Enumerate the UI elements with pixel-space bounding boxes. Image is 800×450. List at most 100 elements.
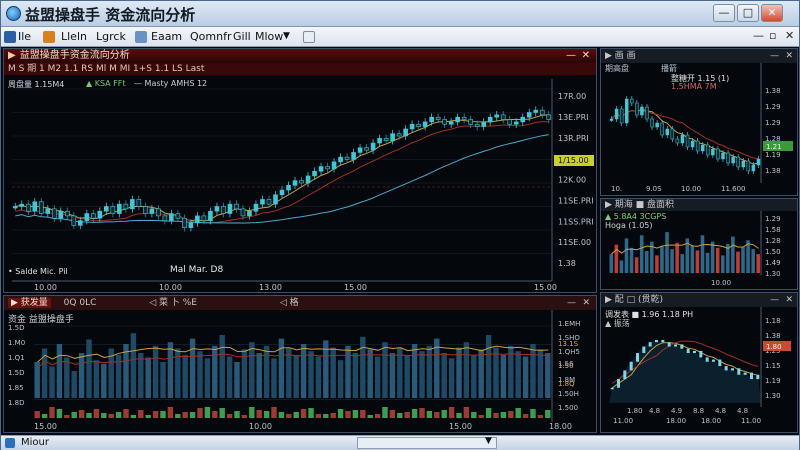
candle-body xyxy=(110,206,116,214)
volume-bar xyxy=(522,356,529,398)
mdi-restore-button[interactable]: ▫ xyxy=(769,29,776,42)
flow-bar xyxy=(138,410,144,418)
candle-body xyxy=(305,175,311,184)
right-top-chart[interactable]: 1.381.291.291.281.191.381.2110. 9.0S 10.00… xyxy=(601,49,797,195)
right-mid-bar xyxy=(710,241,715,273)
right-top-time-tick: 10. xyxy=(611,185,622,193)
time-tick-label: 15.00 xyxy=(344,283,367,292)
mdi-close-button[interactable]: ✕ xyxy=(785,29,794,42)
volume-bar xyxy=(219,335,225,398)
volume-bar xyxy=(182,354,188,398)
right-top-candle xyxy=(660,122,664,136)
right-mid-tick: 1.50 xyxy=(765,248,781,256)
right-mid-bar xyxy=(741,246,745,273)
candle-body xyxy=(526,112,532,118)
candle-body xyxy=(357,147,363,153)
scroll-dropdown-icon[interactable]: ▼ xyxy=(485,436,492,446)
volume-bar xyxy=(404,354,410,398)
right-bottom-candle xyxy=(674,344,677,347)
mdi-minimize-button[interactable]: — xyxy=(753,29,764,42)
right-bottom-candle xyxy=(636,353,639,362)
right-top-candle xyxy=(695,140,700,152)
volume-bar xyxy=(441,353,447,398)
candle-body xyxy=(19,203,25,207)
right-bottom-chart[interactable]: 1.181.381.251.151.191.301.801.804.84.98.… xyxy=(601,293,797,432)
document-icon[interactable] xyxy=(303,31,315,43)
right-top-last-price: 1.21 xyxy=(766,143,782,151)
candle-body xyxy=(513,121,519,125)
volume-bar xyxy=(234,362,240,398)
menu-item-connect[interactable]: Qomnfr xyxy=(190,30,231,43)
right-mid-bar xyxy=(619,260,624,273)
price-tick-label: 11SE.PRI xyxy=(558,196,594,205)
candle-body xyxy=(234,203,239,210)
volume-left-tick: 1.8D xyxy=(8,399,25,407)
right-mid-bar xyxy=(609,254,614,273)
volume-time-label: 10.00 xyxy=(249,422,272,431)
candle-body xyxy=(169,213,174,221)
menu-item-window[interactable]: Mlow xyxy=(255,30,283,43)
volume-bar xyxy=(286,348,292,398)
right-mid-chart[interactable]: 1.29 1.58 1.28 1.50 1.49 1.30 10.00 xyxy=(601,199,797,289)
flow-bar xyxy=(508,411,514,418)
candle-body xyxy=(429,116,434,123)
candle-body xyxy=(422,121,428,127)
volume-chart[interactable]: 1.5D1.M01.Q11.5D1.851.8D1.EMH1.SHO1.QH51… xyxy=(4,296,596,432)
candle-body xyxy=(136,199,142,207)
flow-bar xyxy=(308,408,314,418)
price-tick-label: 12K.00 xyxy=(558,176,586,185)
right-bottom-candle xyxy=(648,342,652,347)
right-bottom-tick: 1.38 xyxy=(765,332,781,340)
main-price-chart[interactable]: 17R.0013E.PRI13R.PRI12K.0012K.0011SE.PRI… xyxy=(4,49,596,292)
app-menu-icon[interactable] xyxy=(4,31,16,43)
flow-bar xyxy=(71,412,77,418)
candle-body xyxy=(500,114,506,120)
annotation-low: Mal Mar. D8 xyxy=(170,265,224,275)
candle-body xyxy=(149,208,155,214)
right-bottom-tick: 1.19 xyxy=(765,377,781,385)
menu-item-view[interactable]: Lleln xyxy=(61,30,87,43)
flow-bar xyxy=(367,415,373,418)
minimize-button[interactable]: — xyxy=(713,4,735,22)
candle-body xyxy=(240,208,246,217)
chart-icon[interactable] xyxy=(43,31,55,43)
volume-bar xyxy=(485,335,492,398)
right-mid-bar xyxy=(639,235,644,273)
flow-bar xyxy=(434,412,440,418)
candle-body xyxy=(227,203,233,214)
candle-body xyxy=(299,180,304,184)
flow-bar xyxy=(411,409,418,418)
menu-item-tools[interactable]: Lgrck xyxy=(96,30,126,43)
candle-body xyxy=(416,123,421,127)
right-mid-bar xyxy=(715,247,720,273)
tools-icon[interactable] xyxy=(135,31,147,43)
right-bottom-candle xyxy=(629,361,633,371)
volume-bar xyxy=(189,338,196,398)
menu-item-grid[interactable]: Gill xyxy=(233,30,251,43)
menu-item-exam[interactable]: Eaam xyxy=(151,30,182,43)
right-bottom-tick: 1.18 xyxy=(765,317,781,325)
volume-bar xyxy=(263,345,270,398)
menu-dropdown-icon[interactable]: ▼ xyxy=(283,31,290,41)
candle-body xyxy=(78,220,83,226)
candle-body xyxy=(260,199,265,205)
close-button[interactable]: ✕ xyxy=(761,4,783,22)
volume-left-tick: 1.M0 xyxy=(8,339,25,347)
maximize-button[interactable]: □ xyxy=(737,4,759,22)
flow-bar xyxy=(441,410,447,418)
candle-body xyxy=(156,208,161,217)
flow-bar xyxy=(278,412,285,418)
flow-bar xyxy=(382,407,388,418)
volume-right-tick: 1.QH5 xyxy=(558,348,580,356)
flow-bar xyxy=(493,413,499,418)
right-top-panel: ▶ 画 画 — ✕ 期高盘 播箭 整糖开 1.15 (1) 1.5HMA 7M … xyxy=(600,48,798,196)
candle-body xyxy=(364,147,369,151)
volume-bar xyxy=(315,356,322,398)
right-bottom-time-tick: 4.8 xyxy=(737,407,748,415)
candle-body xyxy=(344,156,350,160)
horizontal-scrollbar[interactable] xyxy=(357,437,497,449)
right-mid-bar xyxy=(624,238,629,273)
volume-time-label: 15.00 xyxy=(34,422,57,431)
menu-item-file[interactable]: Ile xyxy=(18,30,31,43)
right-mid-bar xyxy=(680,254,684,273)
